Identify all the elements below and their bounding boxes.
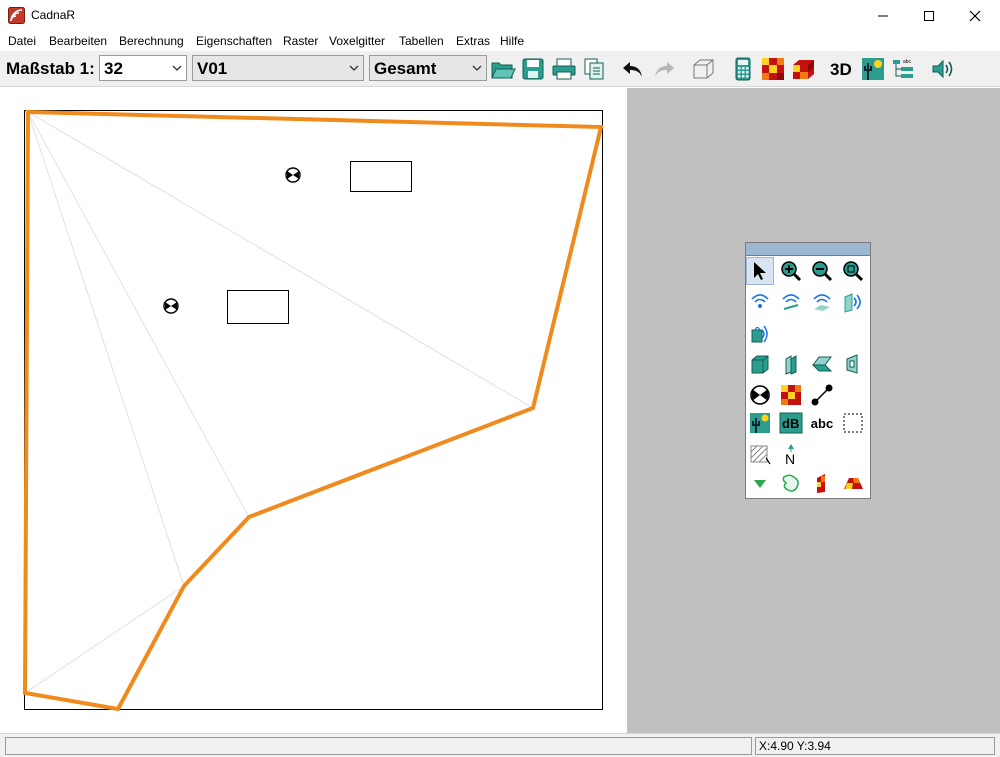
chevron-down-icon [472,65,482,71]
outline-area-icon[interactable] [777,469,805,497]
palette-title-bar[interactable] [746,243,870,256]
menu-hilfe[interactable]: Hilfe [500,34,524,48]
zoom-out-icon[interactable] [808,257,836,285]
window-title: CadnaR [31,8,76,22]
terrain-icon[interactable] [860,57,886,81]
point-source-icon[interactable] [746,288,774,316]
vertical-area-source-icon[interactable] [839,288,867,316]
wall-icon[interactable] [746,350,774,378]
abc-label: abc [810,415,834,431]
facade-grid-icon[interactable] [808,469,836,497]
menu-tabellen[interactable]: Tabellen [399,34,444,48]
area-source-icon[interactable] [808,288,836,316]
absorber-icon[interactable] [777,350,805,378]
undo-icon[interactable] [620,57,646,81]
box-3d-icon[interactable] [690,57,716,81]
db-label-text: dB [782,416,799,431]
tool-palette: dB abc N [745,242,871,499]
speaker-icon[interactable] [930,57,956,81]
building-grid-icon[interactable] [839,469,867,497]
menu-extras[interactable]: Extras [456,34,490,48]
object-box[interactable] [227,290,289,324]
receiver-icon[interactable] [746,381,774,409]
group-combobox[interactable]: Gesamt [369,55,487,81]
scale-combobox[interactable]: 32 [99,55,187,81]
calculator-icon[interactable] [730,57,756,81]
print-icon[interactable] [551,57,577,81]
grid-3d-icon[interactable] [790,57,816,81]
open-folder-icon[interactable] [490,57,516,81]
menu-raster[interactable]: Raster [283,34,318,48]
plan-boundary [24,110,603,710]
status-coords-pane: X:4.90 Y:3.94 [755,737,995,755]
window-element-icon[interactable] [839,350,867,378]
minimize-icon [878,15,888,16]
pointer-icon[interactable] [746,257,774,285]
redo-icon[interactable] [651,57,677,81]
diffuser-icon[interactable] [808,350,836,378]
menu-voxelgitter[interactable]: Voxelgitter [329,34,385,48]
drawing-canvas[interactable] [0,88,627,733]
receiver-icon[interactable] [285,167,301,183]
maximize-button[interactable] [906,0,952,31]
save-icon[interactable] [520,57,546,81]
measure-line-icon[interactable] [808,381,836,409]
maximize-icon [924,10,934,21]
scale-value: 32 [104,59,123,78]
menu-bar: Datei Bearbeiten Berechnung Eigenschafte… [0,31,1000,51]
3d-view-button[interactable]: 3D [828,57,856,81]
tree-icon[interactable]: abc [891,57,917,81]
minimize-button[interactable] [860,0,906,31]
text-label-icon[interactable]: abc [808,409,836,437]
close-icon [969,10,981,21]
menu-eigenschaften[interactable]: Eigenschaften [196,34,272,48]
status-message-pane [5,737,752,755]
close-button[interactable] [952,0,998,31]
receiver-icon[interactable] [163,298,179,314]
terrain-icon[interactable] [746,409,774,437]
line-source-icon[interactable] [777,288,805,316]
cadnar-logo-icon [8,7,25,24]
object-box[interactable] [350,161,412,192]
toolbar: Maßstab 1: 32 V01 Gesamt 3D abc [0,51,1000,87]
status-bar: X:4.90 Y:3.94 [0,733,1000,757]
grid-icon[interactable] [777,381,805,409]
north-label: N [785,451,795,465]
menu-datei[interactable]: Datei [8,34,36,48]
variant-value: V01 [197,59,228,78]
copy-icon[interactable] [581,57,607,81]
chevron-down-icon [172,65,182,71]
zoom-in-icon[interactable] [777,257,805,285]
3d-label: 3D [830,60,852,79]
svg-text:abc: abc [903,59,912,65]
cursor-coordinates: X:4.90 Y:3.94 [759,739,831,753]
group-value: Gesamt [374,59,437,78]
triangle-marker-icon[interactable] [746,469,774,497]
menu-bearbeiten[interactable]: Bearbeiten [49,34,107,48]
zoom-fit-icon[interactable] [839,257,867,285]
grid-map-icon[interactable] [760,57,786,81]
variant-combobox[interactable]: V01 [192,55,364,81]
floor-plan-drawing[interactable] [0,88,627,733]
db-label-icon[interactable]: dB [777,409,805,437]
chevron-down-icon [349,65,359,71]
title-bar: CadnaR [0,0,1000,31]
scale-label: Maßstab 1: [6,59,95,78]
selection-box-icon[interactable] [839,409,867,437]
sound-box-icon[interactable] [746,319,774,347]
menu-berechnung[interactable]: Berechnung [119,34,184,48]
north-arrow-icon[interactable]: N [777,440,805,468]
hatch-area-icon[interactable] [746,440,774,468]
